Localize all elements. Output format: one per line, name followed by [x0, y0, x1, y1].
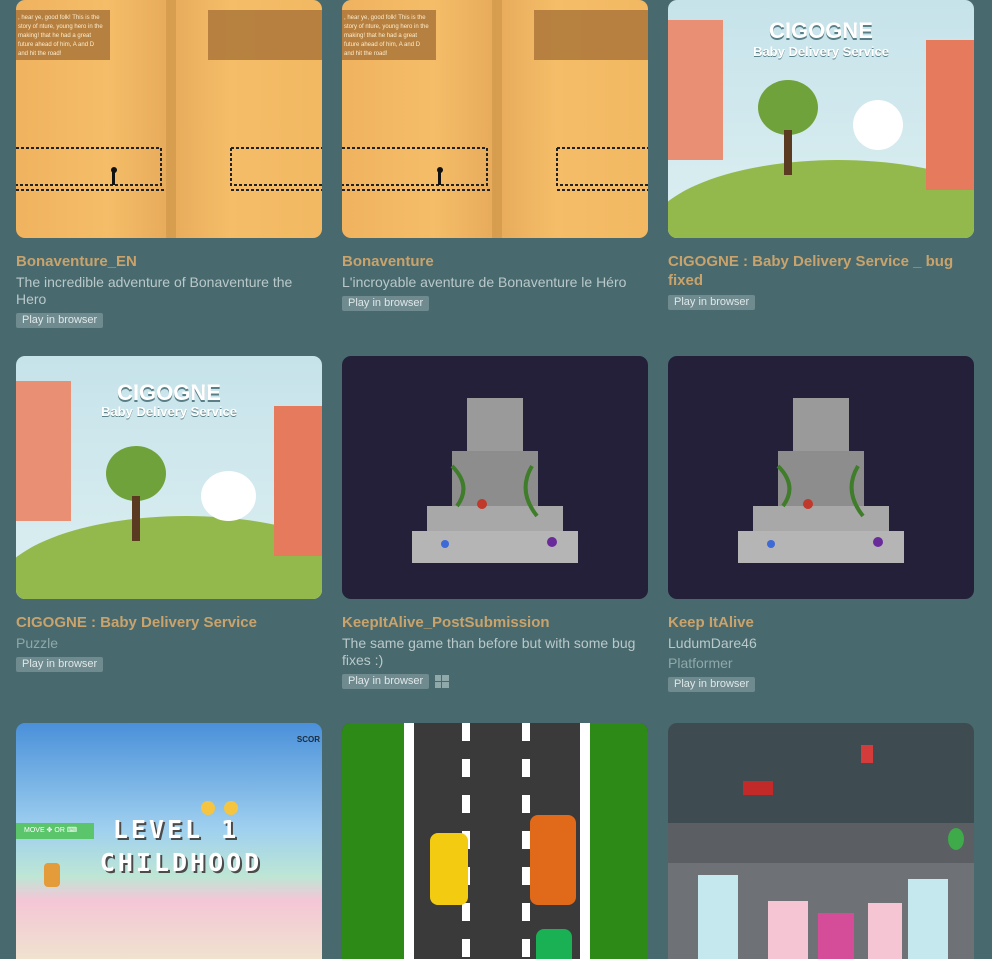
yellow-car	[430, 833, 468, 905]
play-in-browser-badge: Play in browser	[16, 313, 104, 328]
game-title[interactable]: Keep ItAlive	[668, 613, 974, 632]
game-cell	[668, 723, 974, 959]
game-title[interactable]: KeepItAlive_PostSubmission	[342, 613, 648, 632]
game-description: The incredible adventure of Bonaventure …	[16, 274, 293, 307]
tree	[758, 80, 818, 135]
grass-left	[342, 723, 414, 959]
game-cell: CIGOGNE Baby Delivery Service CIGOGNE : …	[16, 356, 322, 672]
windows-icon	[435, 675, 450, 688]
grinch-character	[948, 828, 964, 850]
game-thumbnail[interactable]	[668, 723, 974, 959]
grass-right	[580, 723, 648, 959]
game-cell: , hear ye, good folk! This is the story …	[16, 0, 322, 328]
story-box: , hear ye, good folk! This is the story …	[16, 10, 110, 60]
game-cell: SCOR MOVE ✥ OR ⌨ LEVEL 1 CHILDHOOD	[16, 723, 322, 959]
level-name: CHILDHOOD	[99, 848, 263, 877]
game-cell	[342, 723, 648, 959]
statue-art	[738, 398, 904, 563]
player-character	[44, 863, 60, 887]
game-description: L'incroyable aventure de Bonaventure le …	[342, 274, 627, 290]
game-title[interactable]: Bonaventure	[342, 252, 648, 271]
game-thumbnail[interactable]	[668, 356, 974, 599]
orange-car	[530, 815, 576, 905]
house-left	[668, 20, 723, 160]
play-in-browser-badge: Play in browser	[16, 657, 104, 672]
game-cell: Keep ItAlive LudumDare46 Platformer Play…	[668, 356, 974, 692]
lane-marker	[522, 723, 530, 959]
game-title[interactable]: CIGOGNE : Baby Delivery Service	[16, 613, 322, 632]
house-right	[926, 40, 974, 190]
house-left	[16, 381, 71, 521]
house	[698, 875, 738, 959]
game-thumbnail[interactable]: , hear ye, good folk! This is the story …	[16, 0, 322, 238]
game-description: The same game than before but with some …	[342, 635, 636, 668]
stork	[201, 471, 256, 521]
tree	[106, 446, 166, 501]
story-box-right	[534, 10, 648, 60]
story-box-right	[208, 10, 322, 60]
story-box: , hear ye, good folk! This is the story …	[342, 10, 436, 60]
green-car	[536, 929, 572, 959]
tree-trunk	[784, 130, 792, 175]
game-title[interactable]: Bonaventure_EN	[16, 252, 322, 271]
game-thumbnail[interactable]: , hear ye, good folk! This is the story …	[342, 0, 648, 238]
play-in-browser-badge: Play in browser	[668, 677, 756, 692]
game-thumbnail[interactable]	[342, 723, 648, 959]
house	[768, 901, 808, 959]
game-thumbnail[interactable]: CIGOGNE Baby Delivery Service	[668, 0, 974, 238]
book-spine	[492, 0, 502, 238]
house	[908, 879, 948, 959]
elf-character	[861, 745, 873, 763]
game-description: LudumDare46	[668, 635, 757, 651]
coin	[201, 801, 215, 815]
score-label: SCOR	[296, 735, 320, 744]
level-number: LEVEL 1	[112, 815, 240, 844]
house-right	[274, 406, 322, 556]
house	[868, 903, 902, 959]
game-title[interactable]: CIGOGNE : Baby Delivery Service _ bug fi…	[668, 252, 974, 290]
game-cell: CIGOGNE Baby Delivery Service CIGOGNE : …	[668, 0, 974, 310]
play-in-browser-badge: Play in browser	[342, 296, 430, 311]
book-spine	[166, 0, 176, 238]
play-in-browser-badge: Play in browser	[342, 674, 430, 689]
play-in-browser-badge: Play in browser	[668, 295, 756, 310]
game-cell: KeepItAlive_PostSubmission The same game…	[342, 356, 648, 689]
game-thumbnail[interactable]: CIGOGNE Baby Delivery Service	[16, 356, 322, 599]
tree-trunk	[132, 496, 140, 541]
coin	[224, 801, 238, 815]
level-outline	[342, 147, 648, 191]
statue-art	[412, 398, 578, 563]
house	[818, 913, 854, 959]
stork	[853, 100, 903, 150]
game-thumbnail[interactable]: SCOR MOVE ✥ OR ⌨ LEVEL 1 CHILDHOOD	[16, 723, 322, 959]
game-thumbnail[interactable]	[342, 356, 648, 599]
game-genre: Platformer	[668, 655, 733, 671]
santa-sleigh	[743, 781, 773, 795]
game-genre: Puzzle	[16, 635, 59, 651]
game-cell: , hear ye, good folk! This is the story …	[342, 0, 648, 311]
level-outline	[16, 147, 322, 191]
